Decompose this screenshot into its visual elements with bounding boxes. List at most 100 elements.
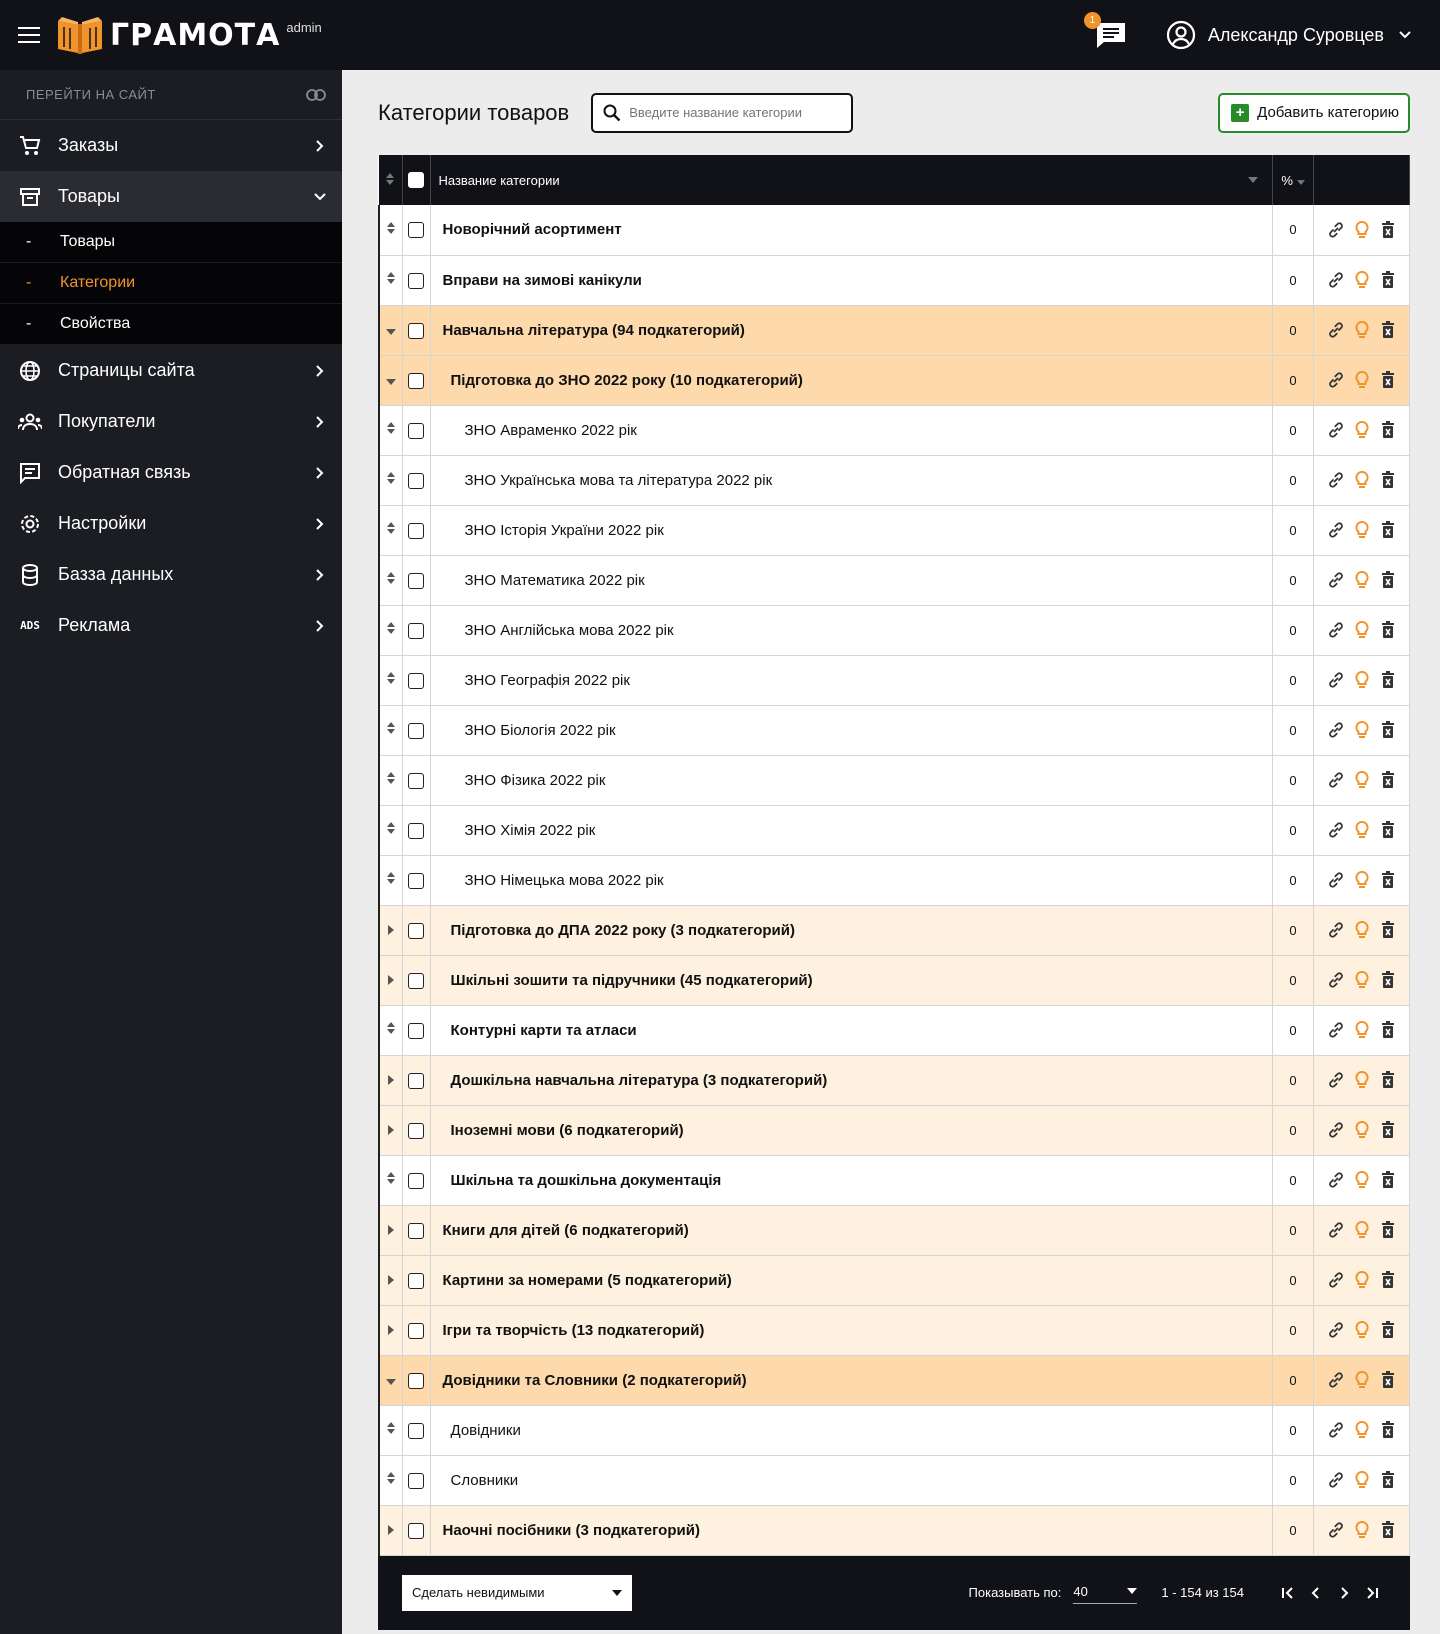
expand-toggle[interactable]	[387, 1272, 394, 1289]
drag-handle[interactable]	[386, 221, 396, 239]
drag-handle[interactable]	[386, 1422, 396, 1439]
lightbulb-icon[interactable]	[1353, 820, 1371, 840]
category-name[interactable]: Картини за номерами (5 подкатегорий)	[430, 1255, 1273, 1305]
row-checkbox[interactable]	[408, 272, 424, 289]
category-name[interactable]: ЗНО Математика 2022 рік	[430, 555, 1273, 605]
sidebar-item-database[interactable]: Базза данных	[0, 549, 342, 600]
category-name[interactable]: Контурні карти та атласи	[430, 1005, 1273, 1055]
user-menu[interactable]: Александр Суровцев	[1166, 20, 1412, 50]
lightbulb-icon[interactable]	[1353, 1420, 1371, 1440]
lightbulb-icon[interactable]	[1353, 1070, 1371, 1090]
category-name[interactable]: Довідники	[430, 1405, 1273, 1455]
link-icon[interactable]	[1327, 820, 1345, 840]
collapse-toggle[interactable]	[385, 1372, 396, 1389]
per-page-select[interactable]: 40	[1073, 1582, 1138, 1604]
row-checkbox[interactable]	[408, 622, 424, 639]
delete-icon[interactable]	[1379, 820, 1397, 840]
row-checkbox[interactable]	[408, 1222, 424, 1239]
row-checkbox[interactable]	[408, 1322, 424, 1339]
drag-handle[interactable]	[386, 1472, 396, 1489]
drag-handle[interactable]	[386, 822, 396, 839]
sidebar-subitem-properties[interactable]: - Свойства	[0, 304, 342, 345]
delete-icon[interactable]	[1379, 770, 1397, 790]
lightbulb-icon[interactable]	[1353, 220, 1371, 240]
category-name[interactable]: Вправи на зимові канікули	[430, 255, 1273, 305]
link-icon[interactable]	[1327, 720, 1345, 740]
category-name[interactable]: ЗНО Біологія 2022 рік	[430, 705, 1273, 755]
link-icon[interactable]	[1327, 370, 1345, 390]
link-icon[interactable]	[1327, 670, 1345, 690]
row-checkbox[interactable]	[408, 672, 424, 689]
category-name[interactable]: Навчальна література (94 подкатегорий)	[430, 305, 1273, 355]
lightbulb-icon[interactable]	[1353, 1320, 1371, 1340]
lightbulb-icon[interactable]	[1353, 1470, 1371, 1490]
row-checkbox[interactable]	[408, 722, 424, 739]
drag-handle[interactable]	[386, 672, 396, 689]
link-icon[interactable]	[1327, 570, 1345, 590]
category-name[interactable]: ЗНО Німецька мова 2022 рік	[430, 855, 1273, 905]
category-name[interactable]: Наочні посібники (3 подкатегорий)	[430, 1505, 1273, 1555]
link-icon[interactable]	[1327, 470, 1345, 490]
sidebar-item-orders[interactable]: Заказы	[0, 120, 342, 171]
category-name[interactable]: ЗНО Фізика 2022 рік	[430, 755, 1273, 805]
row-checkbox[interactable]	[408, 772, 424, 789]
percent-column-header[interactable]: %	[1272, 155, 1314, 205]
lightbulb-icon[interactable]	[1353, 1170, 1371, 1190]
prev-page-button[interactable]	[1302, 1579, 1330, 1607]
drag-handle[interactable]	[386, 472, 396, 489]
drag-handle[interactable]	[386, 1172, 396, 1189]
expand-toggle[interactable]	[387, 972, 394, 989]
lightbulb-icon[interactable]	[1353, 870, 1371, 890]
row-checkbox[interactable]	[408, 1022, 424, 1039]
delete-icon[interactable]	[1379, 670, 1397, 690]
category-name[interactable]: ЗНО Географія 2022 рік	[430, 655, 1273, 705]
row-checkbox[interactable]	[408, 1122, 424, 1139]
delete-icon[interactable]	[1379, 570, 1397, 590]
delete-icon[interactable]	[1379, 1270, 1397, 1290]
search-input[interactable]	[629, 105, 840, 120]
lightbulb-icon[interactable]	[1353, 1370, 1371, 1390]
first-page-button[interactable]	[1274, 1579, 1302, 1607]
row-checkbox[interactable]	[408, 322, 424, 339]
goto-site-link[interactable]: ПЕРЕЙТИ НА САЙТ	[0, 70, 342, 120]
link-icon[interactable]	[1327, 520, 1345, 540]
delete-icon[interactable]	[1379, 1070, 1397, 1090]
delete-icon[interactable]	[1379, 1420, 1397, 1440]
delete-icon[interactable]	[1379, 1320, 1397, 1340]
notifications-button[interactable]: 1	[1083, 12, 1128, 50]
row-checkbox[interactable]	[408, 1072, 424, 1089]
category-name[interactable]: Підготовка до ДПА 2022 року (3 подкатего…	[430, 905, 1273, 955]
lightbulb-icon[interactable]	[1353, 670, 1371, 690]
lightbulb-icon[interactable]	[1353, 570, 1371, 590]
next-page-button[interactable]	[1330, 1579, 1358, 1607]
expand-toggle[interactable]	[387, 1522, 394, 1539]
expand-toggle[interactable]	[387, 1322, 394, 1339]
sidebar-item-settings[interactable]: Настройки	[0, 498, 342, 549]
drag-handle[interactable]	[386, 572, 396, 589]
row-checkbox[interactable]	[408, 472, 424, 489]
drag-handle[interactable]	[386, 422, 396, 439]
delete-icon[interactable]	[1379, 970, 1397, 990]
row-checkbox[interactable]	[408, 1422, 424, 1439]
lightbulb-icon[interactable]	[1353, 720, 1371, 740]
link-icon[interactable]	[1327, 420, 1345, 440]
delete-icon[interactable]	[1379, 520, 1397, 540]
delete-icon[interactable]	[1379, 620, 1397, 640]
row-checkbox[interactable]	[408, 1522, 424, 1539]
row-checkbox[interactable]	[408, 572, 424, 589]
lightbulb-icon[interactable]	[1353, 1020, 1371, 1040]
lightbulb-icon[interactable]	[1353, 1520, 1371, 1540]
category-name[interactable]: Словники	[430, 1455, 1273, 1505]
collapse-toggle[interactable]	[385, 322, 396, 339]
link-icon[interactable]	[1327, 620, 1345, 640]
delete-icon[interactable]	[1379, 1170, 1397, 1190]
menu-toggle-icon[interactable]	[18, 27, 40, 43]
row-checkbox[interactable]	[408, 1472, 424, 1489]
lightbulb-icon[interactable]	[1353, 620, 1371, 640]
link-icon[interactable]	[1327, 320, 1345, 340]
link-icon[interactable]	[1327, 970, 1345, 990]
sidebar-item-feedback[interactable]: Обратная связь	[0, 447, 342, 498]
add-category-button[interactable]: + Добавить категорию	[1218, 92, 1410, 133]
row-checkbox[interactable]	[408, 222, 424, 239]
category-name[interactable]: Шкільна та дошкільна документація	[430, 1155, 1273, 1205]
